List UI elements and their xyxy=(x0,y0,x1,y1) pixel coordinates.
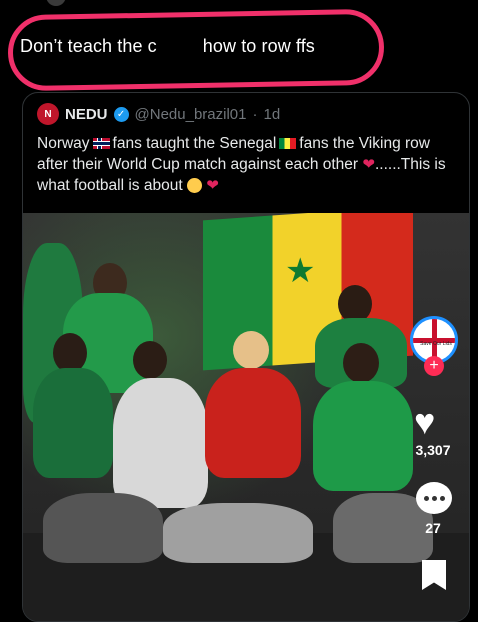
creator-avatar-label: Save Our Lids xyxy=(420,341,452,347)
author-avatar[interactable] xyxy=(46,0,66,6)
quoted-tweet-text: Norway fans taught the Senegal fans the Vi… xyxy=(37,133,457,196)
senegal-flag-icon xyxy=(279,138,297,150)
norway-fan-figure xyxy=(205,368,301,478)
fan-head xyxy=(343,343,379,383)
red-heart-icon-2: ❤ xyxy=(206,177,219,194)
quoted-author-name[interactable]: NEDU xyxy=(65,106,108,123)
quoted-tweet-card[interactable]: N NEDU ✓ @Nedu_brazil01 · 1d Norway fans … xyxy=(22,92,470,622)
quoted-text-part-1: Norway xyxy=(37,135,90,152)
comment-count: 27 xyxy=(425,520,441,536)
fan-figure xyxy=(33,368,113,478)
fan-legs xyxy=(43,493,163,563)
highlight-circle-annotation xyxy=(7,8,385,92)
fan-legs xyxy=(163,503,313,563)
red-heart-icon: ❤ xyxy=(362,156,375,173)
comment-icon[interactable] xyxy=(416,482,452,514)
verified-badge-icon: ✓ xyxy=(113,106,129,122)
quoted-author-handle[interactable]: @Nedu_brazil01 xyxy=(135,106,247,123)
separator-dot: · xyxy=(252,105,258,123)
norway-fan-head xyxy=(233,331,269,369)
heart-icon[interactable]: ♥ xyxy=(414,404,435,440)
video-media[interactable]: ★ xyxy=(23,213,469,621)
flag-star-icon: ★ xyxy=(285,252,316,290)
fan-head xyxy=(133,341,167,379)
quoted-author-avatar[interactable]: N xyxy=(37,103,59,125)
avatar-initial: N xyxy=(44,108,52,120)
norway-flag-icon xyxy=(92,138,110,150)
fan-head xyxy=(53,333,87,373)
fan-figure xyxy=(313,381,413,491)
crying-face-icon xyxy=(186,178,202,194)
fan-figure xyxy=(113,378,208,508)
quoted-tweet-time[interactable]: 1d xyxy=(263,106,280,123)
like-count: 3,307 xyxy=(415,442,451,458)
quoted-tweet-header: N NEDU ✓ @Nedu_brazil01 · 1d xyxy=(37,103,280,125)
follow-plus-icon[interactable]: + xyxy=(424,356,444,376)
quoted-text-part-2: fans taught the Senegal xyxy=(112,135,277,152)
